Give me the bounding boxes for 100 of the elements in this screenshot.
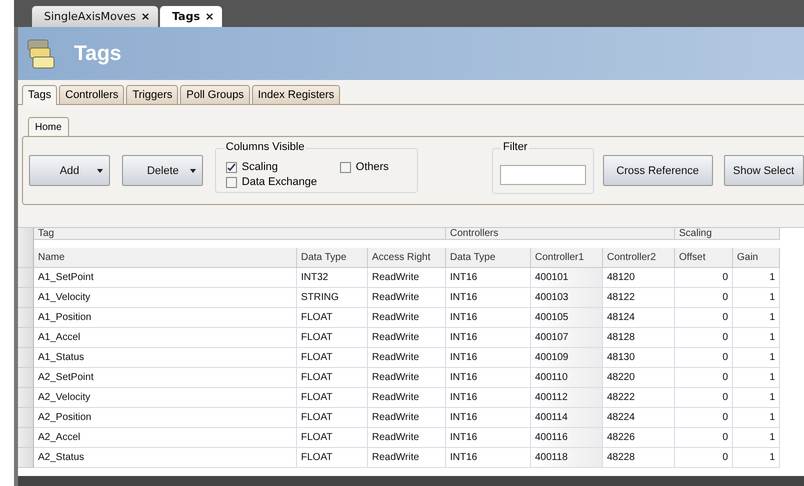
ribbon-tab[interactable]: Home xyxy=(28,117,69,137)
table-cell: ReadWrite xyxy=(368,448,446,468)
tab[interactable]: Index Registers xyxy=(252,85,340,104)
row-header[interactable] xyxy=(18,408,34,428)
column-header[interactable]: Name xyxy=(34,248,297,268)
table-cell: 48224 xyxy=(603,408,675,428)
row-header[interactable] xyxy=(18,368,34,388)
column-header[interactable]: Data Type xyxy=(297,248,368,268)
table-cell: 0 xyxy=(675,328,733,348)
scroll-bar[interactable] xyxy=(18,476,804,486)
table-cell: 1 xyxy=(733,428,780,448)
table-cell: FLOAT xyxy=(297,448,368,468)
tab[interactable]: Controllers xyxy=(59,85,124,104)
table-cell: 48122 xyxy=(603,288,675,308)
row-header[interactable] xyxy=(18,348,34,368)
table-cell: 48120 xyxy=(603,268,675,288)
table-cell: 48226 xyxy=(603,428,675,448)
table-cell: 0 xyxy=(675,448,733,468)
checkbox-option[interactable]: Data Exchange xyxy=(226,176,340,188)
row-header[interactable] xyxy=(18,448,34,468)
header-corner[interactable] xyxy=(18,228,34,268)
tab[interactable]: Triggers xyxy=(126,85,178,104)
filter-field[interactable] xyxy=(500,164,586,184)
table-cell: ReadWrite xyxy=(368,348,446,368)
table-cell: INT16 xyxy=(446,308,531,328)
table-cell: ReadWrite xyxy=(368,308,446,328)
row-header[interactable] xyxy=(18,308,34,328)
row-header[interactable] xyxy=(18,388,34,408)
table-cell: 1 xyxy=(733,328,780,348)
checkbox-option[interactable]: Others xyxy=(340,161,389,173)
table-cell: 1 xyxy=(733,388,780,408)
table-cell: INT32 xyxy=(297,268,368,288)
column-header[interactable]: Gain xyxy=(733,248,780,268)
table-cell: INT16 xyxy=(446,368,531,388)
table-cell: 400114 xyxy=(531,408,603,428)
column-header[interactable]: Controller1 xyxy=(531,248,603,268)
table-cell: 0 xyxy=(675,408,733,428)
table-cell: A2_Status xyxy=(34,448,297,468)
table-cell: 400112 xyxy=(531,388,603,408)
tab[interactable]: Tags xyxy=(22,85,58,105)
table-cell: A1_Status xyxy=(34,348,297,368)
row-header[interactable] xyxy=(18,328,34,348)
table-cell: INT16 xyxy=(446,288,531,308)
table-cell: 0 xyxy=(675,348,733,368)
table-cell: A1_Velocity xyxy=(34,288,297,308)
caret-icon xyxy=(97,169,103,173)
table-cell: ReadWrite xyxy=(368,328,446,348)
table-cell: FLOAT xyxy=(297,348,368,368)
table-cell: STRING xyxy=(297,288,368,308)
table-cell: INT16 xyxy=(446,408,531,428)
column-group-header: Scaling xyxy=(675,228,780,240)
table-cell: 48128 xyxy=(603,328,675,348)
table-cell: A2_Accel xyxy=(34,428,297,448)
table-cell: 400105 xyxy=(531,308,603,328)
row-header[interactable] xyxy=(18,288,34,308)
table-cell: 1 xyxy=(733,268,780,288)
table-cell: FLOAT xyxy=(297,388,368,408)
table-cell: A1_Accel xyxy=(34,328,297,348)
column-header[interactable]: Data Type xyxy=(446,248,531,268)
table-cell: 1 xyxy=(733,288,780,308)
table-cell: INT16 xyxy=(446,428,531,448)
table-cell: 400110 xyxy=(531,368,603,388)
table-cell: 1 xyxy=(733,408,780,428)
table-cell: 400109 xyxy=(531,348,603,368)
table-cell: ReadWrite xyxy=(368,268,446,288)
table-cell: 1 xyxy=(733,308,780,328)
checkbox-option[interactable]: Scaling xyxy=(226,161,340,173)
table-cell: ReadWrite xyxy=(368,428,446,448)
show-select-button[interactable]: Show Select xyxy=(724,155,804,186)
table-cell: 400118 xyxy=(531,448,603,468)
table-cell: FLOAT xyxy=(297,328,368,348)
table-cell: ReadWrite xyxy=(368,288,446,308)
tab[interactable]: Poll Groups xyxy=(180,85,250,104)
column-header[interactable]: Offset xyxy=(675,248,733,268)
table-cell: A1_Position xyxy=(34,308,297,328)
column-header[interactable]: Access Right xyxy=(368,248,446,268)
table-cell: 48124 xyxy=(603,308,675,328)
row-header[interactable] xyxy=(18,268,34,288)
table-cell: 0 xyxy=(675,368,733,388)
table-cell: INT16 xyxy=(446,268,531,288)
table-cell: 0 xyxy=(675,388,733,408)
table-cell: 1 xyxy=(733,348,780,368)
table-cell: 0 xyxy=(675,288,733,308)
caret-icon xyxy=(190,169,196,173)
document-tab[interactable]: SingleAxisMoves × xyxy=(32,6,158,27)
document-tab[interactable]: Tags × xyxy=(160,6,222,27)
page-title: Tags xyxy=(74,42,122,66)
add-button[interactable]: Add xyxy=(29,155,110,186)
cross-reference-button[interactable]: Cross Reference xyxy=(602,155,713,186)
table-cell: FLOAT xyxy=(297,368,368,388)
table-cell: A2_SetPoint xyxy=(34,368,297,388)
table-cell: 400101 xyxy=(531,268,603,288)
column-header[interactable]: Controller2 xyxy=(603,248,675,268)
row-header[interactable] xyxy=(18,428,34,448)
table-cell: FLOAT xyxy=(297,428,368,448)
table-cell: 400107 xyxy=(531,328,603,348)
tags-icon xyxy=(26,38,56,70)
table-cell: A1_SetPoint xyxy=(34,268,297,288)
delete-button[interactable]: Delete xyxy=(122,155,204,186)
table-cell: 0 xyxy=(675,428,733,448)
